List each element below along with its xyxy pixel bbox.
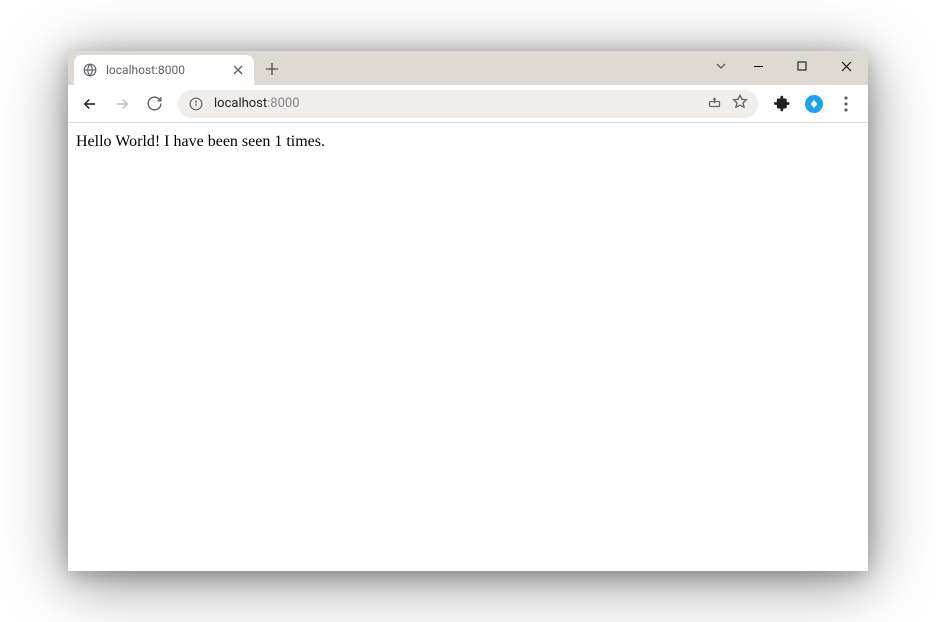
page-content: Hello World! I have been seen 1 times. [68, 123, 868, 571]
globe-icon [82, 62, 98, 78]
browser-window: localhost:8000 [68, 51, 868, 571]
page-body-text: Hello World! I have been seen 1 times. [76, 133, 325, 150]
extensions-icon[interactable] [768, 90, 796, 118]
tab-close-icon[interactable] [230, 62, 246, 78]
url-text: localhost:8000 [214, 96, 300, 111]
address-bar[interactable]: localhost:8000 [178, 90, 758, 118]
window-maximize-button[interactable] [780, 51, 824, 81]
site-info-icon[interactable] [188, 96, 204, 112]
tab-title: localhost:8000 [106, 63, 230, 77]
bookmark-star-icon[interactable] [732, 94, 748, 114]
reload-button[interactable] [140, 90, 168, 118]
back-button[interactable] [76, 90, 104, 118]
share-icon[interactable] [707, 94, 722, 113]
tab-strip: localhost:8000 [68, 51, 868, 85]
toolbar: localhost:8000 [68, 85, 868, 123]
chevron-down-icon[interactable] [706, 60, 736, 72]
url-host: localhost [214, 96, 267, 111]
url-port: :8000 [267, 96, 299, 111]
forward-button[interactable] [108, 90, 136, 118]
window-close-button[interactable] [824, 51, 868, 81]
window-minimize-button[interactable] [736, 51, 780, 81]
menu-icon[interactable] [832, 90, 860, 118]
extension-badge-icon[interactable] [800, 90, 828, 118]
tab-active[interactable]: localhost:8000 [74, 55, 254, 85]
new-tab-button[interactable] [258, 55, 286, 83]
window-controls [706, 51, 868, 81]
